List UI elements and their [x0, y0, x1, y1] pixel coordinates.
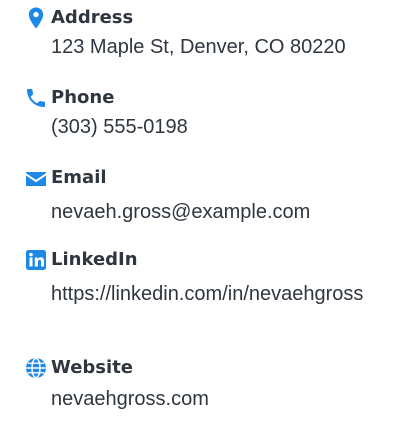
phone-icon [24, 86, 48, 110]
globe-icon [24, 356, 48, 380]
linkedin-icon [24, 248, 48, 272]
linkedin-value[interactable]: https://linkedin.com/in/nevaehgross [51, 279, 391, 309]
contact-label: Website [51, 357, 134, 378]
contact-label: Phone [51, 87, 115, 108]
envelope-icon [24, 167, 48, 191]
contact-label: Email [51, 167, 107, 188]
contact-label: Address [51, 7, 134, 28]
phone-value: (303) 555-0198 [51, 116, 188, 138]
map-pin-icon [24, 6, 48, 30]
website-value[interactable]: nevaehgross.com [51, 384, 391, 414]
email-value[interactable]: nevaeh.gross@example.com [51, 197, 391, 227]
contact-label: LinkedIn [51, 249, 138, 270]
address-value: 123 Maple St, Denver, CO 80220 [51, 36, 346, 58]
